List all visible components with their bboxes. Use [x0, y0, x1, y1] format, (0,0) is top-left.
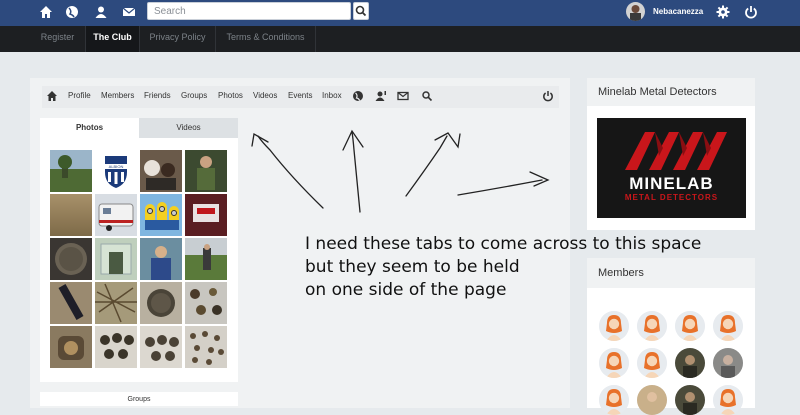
ad-subtitle-text: METAL DETECTORS	[624, 193, 719, 202]
member-avatar[interactable]	[675, 348, 705, 378]
search-icon	[355, 5, 367, 17]
member-avatar[interactable]	[599, 348, 629, 378]
groups-section-header: Groups	[40, 392, 238, 406]
home-icon[interactable]	[46, 90, 58, 102]
photo-thumbnail[interactable]	[185, 326, 227, 368]
home-icon[interactable]	[39, 5, 53, 19]
photo-thumbnail[interactable]	[50, 326, 92, 368]
photo-thumbnail[interactable]	[140, 282, 182, 324]
member-avatar[interactable]	[713, 311, 743, 341]
user-icon[interactable]	[94, 5, 108, 19]
member-avatar[interactable]	[675, 311, 705, 341]
sub-navbar: Register The Club Privacy Policy Terms &…	[0, 26, 800, 52]
member-avatar[interactable]	[713, 348, 743, 378]
annotation-line-1: I need these tabs to come across to this…	[305, 234, 702, 254]
photo-thumbnail[interactable]	[95, 326, 137, 368]
photo-thumbnail[interactable]	[140, 326, 182, 368]
photo-thumbnail[interactable]	[140, 238, 182, 280]
search-input[interactable]: Search	[147, 2, 351, 20]
photo-thumbnail[interactable]	[95, 238, 137, 280]
photo-thumbnail[interactable]	[185, 282, 227, 324]
subnav-terms[interactable]: Terms & Conditions	[216, 26, 316, 52]
photo-grid: ALBION	[40, 138, 238, 382]
member-avatar[interactable]	[637, 385, 667, 415]
nav-videos[interactable]: Videos	[253, 91, 277, 100]
user-alert-icon[interactable]	[375, 90, 387, 102]
gear-icon[interactable]	[716, 5, 730, 19]
search-button[interactable]	[353, 2, 369, 20]
nav-profile[interactable]: Profile	[68, 91, 91, 100]
nav-photos[interactable]: Photos	[218, 91, 243, 100]
media-tabs: Photos Videos	[40, 118, 238, 138]
photo-thumbnail[interactable]	[185, 238, 227, 280]
search-icon[interactable]	[421, 90, 433, 102]
username-link[interactable]: Nebacanezza	[653, 7, 703, 16]
tab-videos[interactable]: Videos	[139, 118, 238, 138]
subnav-the-club[interactable]: The Club	[86, 26, 140, 52]
sidebar-ad-panel: Minelab Metal Detectors MINELAB METAL DE…	[587, 78, 755, 230]
power-icon[interactable]	[744, 5, 758, 19]
photo-thumbnail[interactable]	[50, 194, 92, 236]
user-avatar[interactable]	[626, 2, 645, 21]
photo-thumbnail[interactable]	[50, 282, 92, 324]
annotation-line-3: on one side of the page	[305, 280, 507, 300]
globe-icon[interactable]	[65, 5, 79, 19]
nav-friends[interactable]: Friends	[144, 91, 171, 100]
svg-text:ALBION: ALBION	[109, 164, 124, 169]
ad-panel-title: Minelab Metal Detectors	[587, 78, 755, 106]
member-avatar[interactable]	[675, 385, 705, 415]
photo-thumbnail[interactable]	[185, 150, 227, 192]
photo-thumbnail[interactable]	[140, 150, 182, 192]
member-avatar[interactable]	[713, 385, 743, 415]
tab-photos[interactable]: Photos	[40, 118, 139, 138]
photo-thumbnail[interactable]	[50, 150, 92, 192]
photo-thumbnail[interactable]	[50, 238, 92, 280]
mail-icon[interactable]	[397, 90, 409, 102]
profile-nav: Profile Members Friends Groups Photos Vi…	[42, 86, 559, 108]
photo-thumbnail[interactable]	[140, 194, 182, 236]
member-avatar[interactable]	[637, 348, 667, 378]
member-avatar[interactable]	[599, 385, 629, 415]
nav-members[interactable]: Members	[101, 91, 134, 100]
photo-thumbnail[interactable]: ALBION	[95, 150, 137, 192]
photo-thumbnail[interactable]	[95, 194, 137, 236]
member-avatar[interactable]	[599, 311, 629, 341]
subnav-register[interactable]: Register	[30, 26, 86, 52]
members-panel-title: Members	[587, 258, 755, 288]
photo-thumbnail[interactable]	[95, 282, 137, 324]
ad-brand-text: MINELAB	[629, 174, 714, 193]
member-avatar[interactable]	[637, 311, 667, 341]
power-icon[interactable]	[542, 90, 554, 102]
photo-thumbnail[interactable]	[185, 194, 227, 236]
minelab-ad-image[interactable]: MINELAB METAL DETECTORS	[597, 118, 746, 218]
nav-inbox[interactable]: Inbox	[322, 91, 342, 100]
annotation-line-2: but they seem to be held	[305, 257, 520, 277]
nav-events[interactable]: Events	[288, 91, 312, 100]
nav-groups[interactable]: Groups	[181, 91, 207, 100]
globe-icon[interactable]	[352, 90, 364, 102]
subnav-privacy-policy[interactable]: Privacy Policy	[140, 26, 216, 52]
mail-icon[interactable]	[122, 5, 136, 19]
top-navbar: Search Nebacanezza	[0, 0, 800, 26]
